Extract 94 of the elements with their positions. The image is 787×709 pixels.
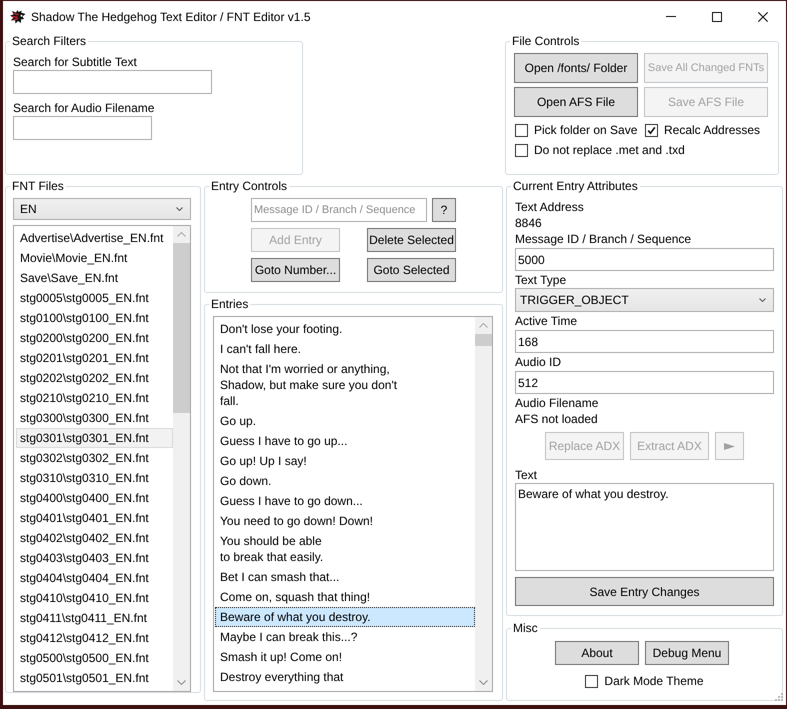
list-item[interactable]: stg0201\stg0201_EN.fnt bbox=[16, 348, 173, 368]
field-label: Text bbox=[515, 467, 538, 483]
list-item[interactable]: Advertise\Advertise_EN.fnt bbox=[16, 228, 173, 248]
list-item[interactable]: stg0310\stg0310_EN.fnt bbox=[16, 468, 173, 488]
scroll-up-icon[interactable] bbox=[177, 232, 186, 237]
checkbox-label[interactable]: Recalc Addresses bbox=[664, 122, 760, 138]
list-item[interactable]: stg0411\stg0411_EN.fnt bbox=[16, 608, 173, 628]
scroll-down-icon[interactable] bbox=[479, 680, 488, 685]
action-button[interactable]: Goto Number... bbox=[251, 258, 340, 282]
list-item[interactable]: Save\Save_EN.fnt bbox=[16, 268, 173, 288]
list-item[interactable]: stg0202\stg0202_EN.fnt bbox=[16, 368, 173, 388]
resize-grip-icon[interactable] bbox=[775, 693, 783, 701]
action-button[interactable]: Open AFS File bbox=[514, 87, 638, 117]
save-entry-button[interactable]: Save Entry Changes bbox=[515, 577, 774, 606]
list-item[interactable]: stg0500\stg0500_EN.fnt bbox=[16, 648, 173, 668]
list-item[interactable]: stg0400\stg0400_EN.fnt bbox=[16, 488, 173, 508]
maximize-icon[interactable] bbox=[712, 12, 722, 22]
chevron-down-icon[interactable] bbox=[176, 207, 183, 211]
action-button[interactable]: Delete Selected bbox=[367, 228, 456, 252]
checkbox[interactable] bbox=[515, 144, 528, 156]
field-label: Active Time bbox=[515, 313, 578, 329]
field-value: 8846 bbox=[515, 215, 543, 231]
list-item[interactable]: stg0200\stg0200_EN.fnt bbox=[16, 328, 173, 348]
list-item[interactable]: Destroy everything that bbox=[215, 667, 475, 687]
scroll-down-icon[interactable] bbox=[177, 680, 186, 685]
language-dropdown[interactable]: EN bbox=[13, 198, 191, 220]
message-id-field[interactable]: Message ID / Branch / Sequence bbox=[251, 198, 427, 222]
scroll-up-icon[interactable] bbox=[479, 323, 488, 328]
field-value: AFS not loaded bbox=[515, 411, 599, 427]
list-item[interactable]: stg0210\stg0210_EN.fnt bbox=[16, 388, 173, 408]
text-type-dropdown[interactable]: TRIGGER_OBJECT bbox=[515, 288, 774, 312]
list-item[interactable]: stg0401\stg0401_EN.fnt bbox=[16, 508, 173, 528]
entry-text-field[interactable]: Beware of what you destroy. bbox=[515, 483, 774, 571]
list-item[interactable]: stg0501\stg0501_EN.fnt bbox=[16, 668, 173, 688]
checkbox[interactable] bbox=[585, 674, 598, 688]
input-field[interactable]: 512 bbox=[515, 371, 774, 394]
field-label: Search for Audio Filename bbox=[13, 100, 156, 116]
group-title: Current Entry Attributes bbox=[511, 178, 640, 194]
checkbox[interactable] bbox=[645, 124, 658, 136]
list-item[interactable]: stg0404\stg0404_EN.fnt bbox=[16, 568, 173, 588]
group-title: Entry Controls bbox=[209, 178, 290, 194]
field-label: Audio ID bbox=[515, 354, 562, 370]
action-button[interactable]: Debug Menu bbox=[645, 641, 729, 665]
input-field[interactable]: 5000 bbox=[515, 248, 774, 271]
list-item[interactable]: stg0300\stg0300_EN.fnt bbox=[16, 408, 173, 428]
list-item[interactable]: Don't lose your footing. bbox=[215, 319, 475, 339]
action-button[interactable]: About bbox=[555, 641, 639, 665]
list-item[interactable]: stg0301\stg0301_EN.fnt bbox=[16, 428, 173, 448]
scrollbar-thumb[interactable] bbox=[173, 243, 190, 413]
field-label: Text Type bbox=[515, 272, 568, 288]
help-button[interactable]: ? bbox=[432, 198, 456, 222]
list-item[interactable]: Bet I can smash that... bbox=[215, 567, 475, 587]
checkbox-label[interactable]: Do not replace .met and .txd bbox=[534, 142, 685, 158]
vertical-scrollbar[interactable] bbox=[173, 226, 190, 691]
action-button[interactable]: Goto Selected bbox=[367, 258, 456, 282]
input-field[interactable]: 168 bbox=[515, 330, 774, 353]
list-item[interactable]: You need to go down! Down! bbox=[215, 511, 475, 531]
list-item[interactable]: Come on, squash that thing! bbox=[215, 587, 475, 607]
list-item[interactable]: stg0412\stg0412_EN.fnt bbox=[16, 628, 173, 648]
scrollbar-thumb[interactable] bbox=[475, 334, 492, 346]
list-item[interactable]: Smash it up! Come on! bbox=[215, 647, 475, 667]
checkbox-label[interactable]: Pick folder on Save bbox=[534, 122, 638, 138]
list-item[interactable]: Guess I have to go up... bbox=[215, 431, 475, 451]
chevron-down-icon[interactable] bbox=[759, 298, 766, 302]
list-item[interactable]: Not that I'm worried or anything, Shadow, but make sure you don't fall. bbox=[215, 359, 475, 411]
search-field[interactable] bbox=[13, 70, 212, 94]
list-item[interactable]: I can't fall here. bbox=[215, 339, 475, 359]
list-item[interactable]: stg0005\stg0005_EN.fnt bbox=[16, 288, 173, 308]
checkbox-label[interactable]: Dark Mode Theme bbox=[604, 673, 704, 689]
list-item[interactable]: Go down. bbox=[215, 471, 475, 491]
list-item[interactable]: stg0403\stg0403_EN.fnt bbox=[16, 548, 173, 568]
list-item[interactable]: stg0100\stg0100_EN.fnt bbox=[16, 308, 173, 328]
list-item[interactable]: Maybe I can break this...? bbox=[215, 627, 475, 647]
search-field[interactable] bbox=[13, 116, 152, 140]
action-button[interactable]: Open /fonts/ Folder bbox=[514, 53, 638, 83]
list-item[interactable]: stg0410\stg0410_EN.fnt bbox=[16, 588, 173, 608]
list-item[interactable]: Go up! Up I say! bbox=[215, 451, 475, 471]
list-item[interactable]: Go up. bbox=[215, 411, 475, 431]
checkbox[interactable] bbox=[515, 124, 528, 136]
hedgehog-icon bbox=[10, 10, 26, 24]
field-label: Search for Subtitle Text bbox=[13, 54, 138, 70]
list-item[interactable]: stg0402\stg0402_EN.fnt bbox=[16, 528, 173, 548]
list-item[interactable]: stg0302\stg0302_EN.fnt bbox=[16, 448, 173, 468]
vertical-scrollbar[interactable] bbox=[475, 317, 492, 691]
close-icon[interactable] bbox=[758, 12, 768, 22]
list-item[interactable]: Beware of what you destroy. bbox=[215, 607, 475, 627]
file-list[interactable] bbox=[13, 225, 191, 692]
field-label: Text Address bbox=[515, 199, 585, 215]
list-item[interactable]: Guess I have to go down... bbox=[215, 491, 475, 511]
list-item[interactable]: Movie\Movie_EN.fnt bbox=[16, 248, 173, 268]
field-label: Audio Filename bbox=[515, 395, 600, 411]
field-label: Message ID / Branch / Sequence bbox=[515, 231, 692, 247]
window-title: Shadow The Hedgehog Text Editor / FNT Editor v1.5 bbox=[31, 10, 310, 24]
list-item[interactable]: You should be able to break that easily. bbox=[215, 531, 475, 567]
